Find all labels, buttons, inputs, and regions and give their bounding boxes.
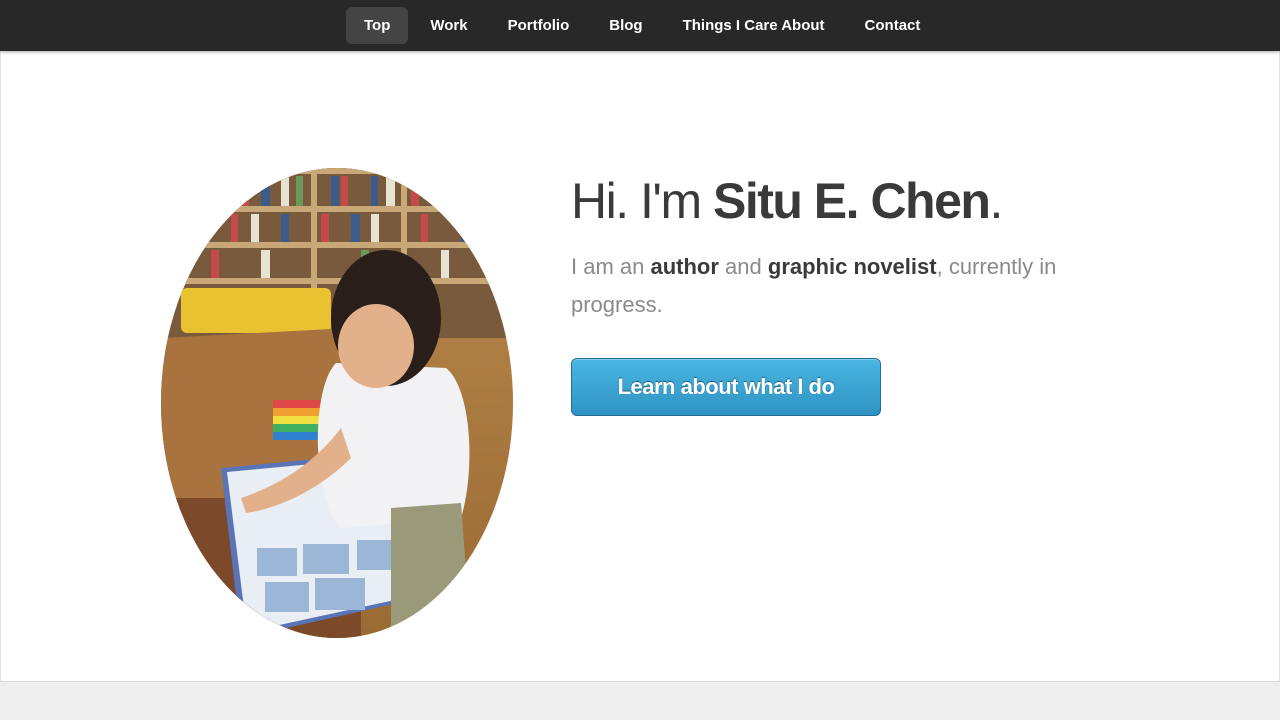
portrait-image xyxy=(161,168,513,638)
nav-item-things-i-care-about[interactable]: Things I Care About xyxy=(665,7,843,44)
nav-list: Top Work Portfolio Blog Things I Care Ab… xyxy=(346,7,938,44)
nav-item-work[interactable]: Work xyxy=(412,7,485,44)
tagline-author: author xyxy=(650,254,719,279)
nav-item-blog[interactable]: Blog xyxy=(591,7,660,44)
nav-item-portfolio[interactable]: Portfolio xyxy=(490,7,588,44)
intro-content: Hi. I'm Situ E. Chen. I am an author and… xyxy=(571,168,1091,416)
yellow-chair xyxy=(181,288,331,333)
top-navigation-bar: Top Work Portfolio Blog Things I Care Ab… xyxy=(0,0,1280,51)
hero-section: Hi. I'm Situ E. Chen. I am an author and… xyxy=(0,51,1280,682)
nav-item-contact[interactable]: Contact xyxy=(847,7,939,44)
page-background-strip xyxy=(0,683,1280,720)
author-name: Situ E. Chen xyxy=(712,173,991,229)
tagline-part-2: and xyxy=(718,254,768,279)
tagline-graphic-novelist: graphic novelist xyxy=(767,254,937,279)
active-nav-indicator xyxy=(372,45,382,51)
portrait-photo xyxy=(161,168,513,638)
greeting-text: Hi. I'm xyxy=(571,173,713,229)
learn-more-button[interactable]: Learn about what I do xyxy=(571,358,881,416)
tagline-part-1: I am an xyxy=(571,254,651,279)
nav-item-top[interactable]: Top xyxy=(346,7,409,44)
tagline: I am an author and graphic novelist, cur… xyxy=(571,248,1081,324)
page-title: Hi. I'm Situ E. Chen. xyxy=(571,168,1091,234)
title-period: . xyxy=(989,173,1003,229)
